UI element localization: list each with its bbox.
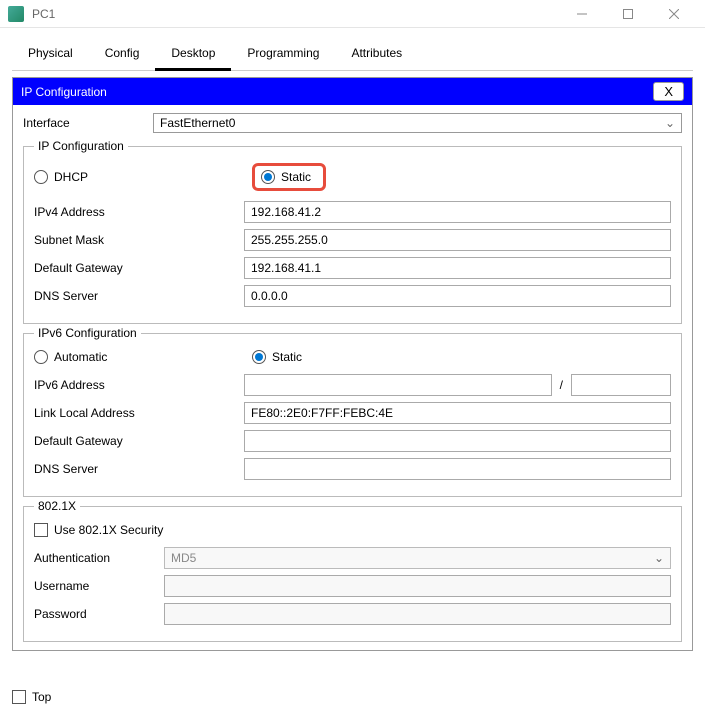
username-label: Username <box>34 579 164 593</box>
top-checkbox[interactable] <box>12 690 26 704</box>
auth-label: Authentication <box>34 551 164 565</box>
auth-select: MD5 ⌄ <box>164 547 671 569</box>
ipv4-address-label: IPv4 Address <box>34 205 244 219</box>
dot1x-fieldset: 802.1X Use 802.1X Security Authenticatio… <box>23 499 682 642</box>
tab-bar: Physical Config Desktop Programming Attr… <box>12 38 693 71</box>
footer: Top <box>12 690 51 704</box>
ipv6-static-radio[interactable] <box>252 350 266 364</box>
password-input <box>164 603 671 625</box>
static-highlight: Static <box>252 163 326 191</box>
maximize-button[interactable] <box>605 0 651 28</box>
subnet-mask-label: Subnet Mask <box>34 233 244 247</box>
static-label: Static <box>281 170 311 184</box>
dns-server-input[interactable] <box>244 285 671 307</box>
app-icon <box>8 6 24 22</box>
close-button[interactable] <box>651 0 697 28</box>
ipv4-address-input[interactable] <box>244 201 671 223</box>
tab-programming[interactable]: Programming <box>231 38 335 70</box>
link-local-label: Link Local Address <box>34 406 244 420</box>
ipv4-legend: IP Configuration <box>34 139 128 153</box>
interface-value: FastEthernet0 <box>160 116 235 130</box>
panel-title: IP Configuration <box>21 85 107 99</box>
interface-label: Interface <box>23 116 153 130</box>
dhcp-radio[interactable] <box>34 170 48 184</box>
panel-header: IP Configuration X <box>13 78 692 105</box>
dot1x-legend: 802.1X <box>34 499 80 513</box>
ipv6-static-label: Static <box>272 350 302 364</box>
chevron-down-icon: ⌄ <box>654 551 664 565</box>
subnet-mask-input[interactable] <box>244 229 671 251</box>
link-local-input[interactable] <box>244 402 671 424</box>
use-8021x-checkbox[interactable] <box>34 523 48 537</box>
ipv6-address-input[interactable] <box>244 374 552 396</box>
default-gateway-label: Default Gateway <box>34 261 244 275</box>
tab-desktop[interactable]: Desktop <box>155 38 231 71</box>
dhcp-label: DHCP <box>54 170 88 184</box>
top-label: Top <box>32 690 51 704</box>
window-title: PC1 <box>32 7 559 21</box>
titlebar: PC1 <box>0 0 705 28</box>
auth-value: MD5 <box>171 551 196 565</box>
ipv6-dns-label: DNS Server <box>34 462 244 476</box>
ipv6-auto-label: Automatic <box>54 350 107 364</box>
use-8021x-label: Use 802.1X Security <box>54 523 163 537</box>
ipv6-gateway-label: Default Gateway <box>34 434 244 448</box>
tab-attributes[interactable]: Attributes <box>335 38 418 70</box>
ipv6-legend: IPv6 Configuration <box>34 326 141 340</box>
ipv6-prefix-input[interactable] <box>571 374 671 396</box>
dns-server-label: DNS Server <box>34 289 244 303</box>
tab-physical[interactable]: Physical <box>12 38 89 70</box>
chevron-down-icon: ⌄ <box>665 116 675 130</box>
default-gateway-input[interactable] <box>244 257 671 279</box>
ipv6-prefix-separator: / <box>552 378 571 392</box>
ipv6-auto-radio[interactable] <box>34 350 48 364</box>
password-label: Password <box>34 607 164 621</box>
username-input <box>164 575 671 597</box>
ipv6-gateway-input[interactable] <box>244 430 671 452</box>
ip-config-panel: IP Configuration X Interface FastEtherne… <box>12 77 693 651</box>
tab-config[interactable]: Config <box>89 38 156 70</box>
interface-select[interactable]: FastEthernet0 ⌄ <box>153 113 682 133</box>
static-radio[interactable] <box>261 170 275 184</box>
ipv6-dns-input[interactable] <box>244 458 671 480</box>
ipv6-fieldset: IPv6 Configuration Automatic Static IPv6… <box>23 326 682 497</box>
minimize-button[interactable] <box>559 0 605 28</box>
panel-close-button[interactable]: X <box>653 82 684 101</box>
ipv6-address-label: IPv6 Address <box>34 378 244 392</box>
ipv4-fieldset: IP Configuration DHCP Static IPv4 Addres… <box>23 139 682 324</box>
